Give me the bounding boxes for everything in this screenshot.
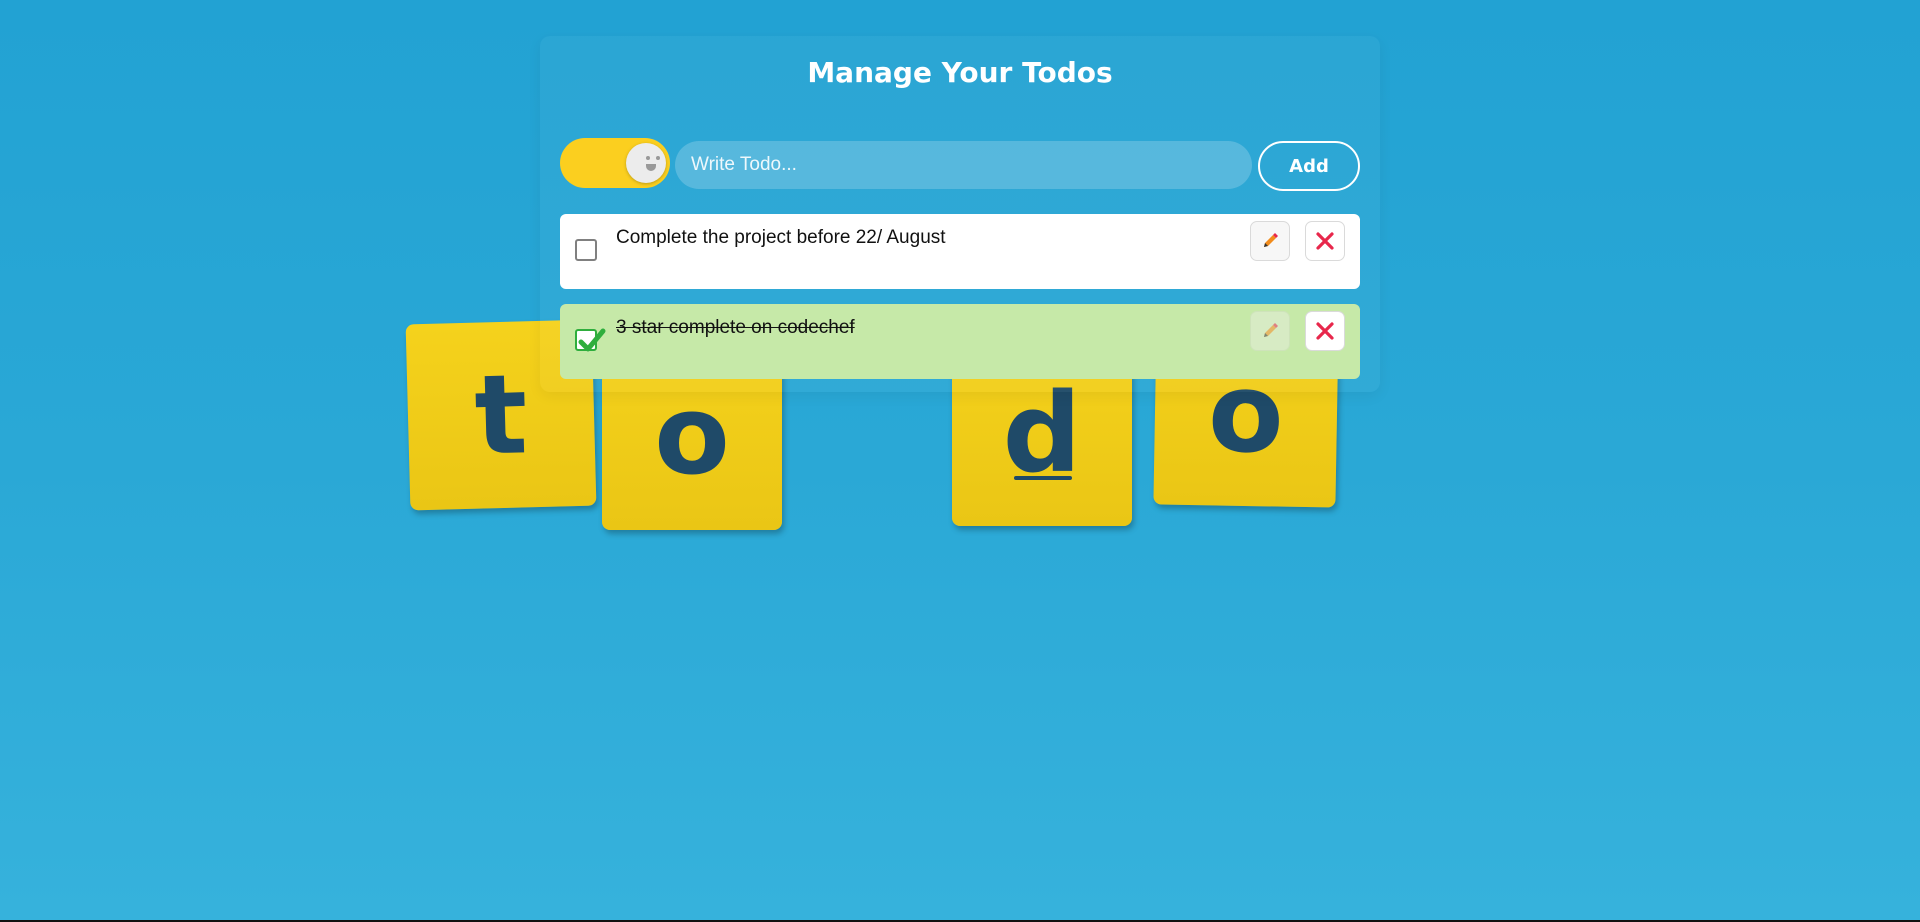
check-icon xyxy=(578,328,606,352)
todo-text: Complete the project before 22/ August xyxy=(616,227,946,248)
edit-button[interactable] xyxy=(1250,221,1290,261)
todo-checkbox[interactable] xyxy=(575,239,597,261)
delete-button[interactable] xyxy=(1305,221,1345,261)
close-icon xyxy=(1316,232,1334,250)
smiley-mouth xyxy=(646,164,656,171)
tile-letter: o xyxy=(654,371,730,499)
delete-button[interactable] xyxy=(1305,311,1345,351)
tile-letter: d xyxy=(1002,369,1082,497)
pencil-icon xyxy=(1264,233,1278,247)
todo-item: 3 star complete on codechef xyxy=(560,304,1360,379)
smiley-eye xyxy=(656,156,660,160)
close-icon xyxy=(1316,322,1334,340)
todo-text: 3 star complete on codechef xyxy=(616,317,855,338)
smiley-icon xyxy=(626,143,666,183)
add-button[interactable]: Add xyxy=(1258,141,1360,191)
smiley-eye xyxy=(646,156,650,160)
edit-button[interactable] xyxy=(1250,311,1290,351)
tile-letter: t xyxy=(473,350,529,480)
todo-checkbox[interactable] xyxy=(575,328,606,352)
tile-underline xyxy=(1014,476,1072,480)
theme-toggle[interactable] xyxy=(560,138,670,188)
page-title: Manage Your Todos xyxy=(807,56,1113,89)
todo-input[interactable] xyxy=(675,141,1252,189)
pencil-icon xyxy=(1264,323,1278,337)
todo-item: Complete the project before 22/ August xyxy=(560,214,1360,289)
